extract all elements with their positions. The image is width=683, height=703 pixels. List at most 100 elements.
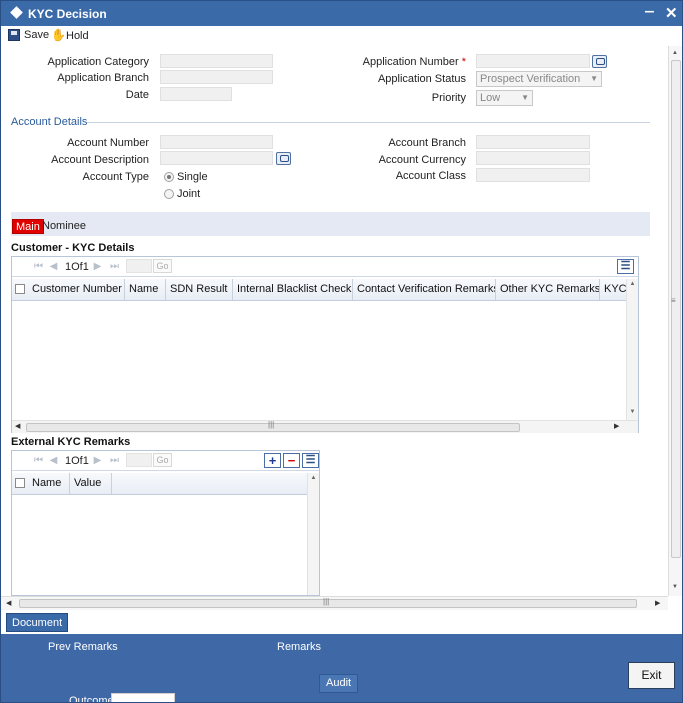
kyc-decision-window: KYC Decision ‒ ✕ Save ✋ Hold Application… xyxy=(0,0,683,703)
scroll-up-icon[interactable]: ▲ xyxy=(672,50,678,56)
col-kyc[interactable]: KYC xyxy=(600,279,627,301)
first-page-icon[interactable]: ⏮ xyxy=(33,455,44,466)
page-indicator: 1Of1 xyxy=(65,455,89,467)
save-disk-icon xyxy=(8,29,20,41)
main-vscroll-thumb[interactable] xyxy=(671,60,681,558)
date-label: Date xyxy=(125,89,149,101)
single-view-icon[interactable]: ☰ xyxy=(302,453,319,468)
required-asterisk: * xyxy=(461,56,466,68)
scroll-left-icon[interactable]: ◀ xyxy=(15,422,20,430)
main-vscroll[interactable]: ▲ ≡ ▼ xyxy=(668,46,682,596)
account-type-single-label: Single xyxy=(177,171,208,183)
toolbar: Save ✋ Hold xyxy=(1,26,682,46)
account-number-field[interactable] xyxy=(160,135,273,149)
single-view-icon[interactable]: ☰ xyxy=(617,259,634,274)
customer-kyc-header: Customer Number Name SDN Result Internal… xyxy=(12,279,627,301)
last-page-icon[interactable]: ⏭ xyxy=(109,455,120,466)
col-internal-blacklist-check[interactable]: Internal Blacklist Check xyxy=(233,279,353,301)
application-category-field[interactable] xyxy=(160,54,273,68)
tab-strip: Main Nominee xyxy=(11,212,650,236)
page-number-input[interactable] xyxy=(126,453,152,467)
save-button[interactable]: Save xyxy=(8,29,49,41)
external-kyc-title: External KYC Remarks xyxy=(11,436,131,448)
application-branch-label: Application Branch xyxy=(57,72,149,84)
account-type-single-radio[interactable] xyxy=(164,172,174,182)
select-all-checkbox[interactable] xyxy=(15,284,25,294)
outcome-label: Outcome xyxy=(69,695,114,703)
customer-kyc-vscroll[interactable]: ▲ ▼ xyxy=(626,279,638,420)
page-total: 1 xyxy=(82,455,89,467)
application-status-select[interactable]: Prospect Verification ▼ xyxy=(476,71,602,87)
go-button[interactable]: Go xyxy=(153,259,172,273)
customer-kyc-title: Customer - KYC Details xyxy=(11,242,135,254)
minimize-button[interactable]: ‒ xyxy=(645,3,654,21)
account-details-section-title: Account Details xyxy=(11,116,88,128)
application-category-label: Application Category xyxy=(47,56,149,68)
account-type-label: Account Type xyxy=(82,171,149,183)
col-name[interactable]: Name xyxy=(28,473,70,495)
scroll-down-icon[interactable]: ▼ xyxy=(672,584,678,590)
hold-button[interactable]: ✋ Hold xyxy=(51,29,89,42)
external-kyc-header: Name Value xyxy=(12,473,307,495)
scroll-left-icon[interactable]: ◀ xyxy=(6,599,11,607)
hold-label: Hold xyxy=(66,29,89,42)
external-kyc-pager: ⏮ ◀ 1Of1 ▶ ⏭ Go + − ☰ xyxy=(12,451,319,471)
page-number-input[interactable] xyxy=(126,259,152,273)
col-value[interactable]: Value xyxy=(70,473,112,495)
application-number-label: Application Number * xyxy=(363,56,466,68)
prev-page-icon[interactable]: ◀ xyxy=(48,261,59,272)
account-currency-field[interactable] xyxy=(476,151,590,165)
account-type-joint-label: Joint xyxy=(177,188,201,200)
account-description-lov-icon[interactable] xyxy=(276,152,291,165)
save-label: Save xyxy=(24,29,50,41)
document-button[interactable]: Document xyxy=(6,613,69,632)
add-row-icon[interactable]: + xyxy=(264,453,281,468)
col-sdn-result[interactable]: SDN Result xyxy=(166,279,233,301)
account-branch-field[interactable] xyxy=(476,135,590,149)
tab-nominee[interactable]: Nominee xyxy=(39,219,89,234)
col-name[interactable]: Name xyxy=(125,279,166,301)
first-page-icon[interactable]: ⏮ xyxy=(33,261,44,272)
next-page-icon[interactable]: ▶ xyxy=(92,455,103,466)
outcome-field[interactable] xyxy=(111,693,175,702)
application-number-field[interactable] xyxy=(476,54,590,68)
priority-value: Low xyxy=(480,92,501,104)
col-customer-number[interactable]: Customer Number xyxy=(28,279,125,301)
scroll-up-icon[interactable]: ▲ xyxy=(627,279,638,289)
last-page-icon[interactable]: ⏭ xyxy=(109,261,120,272)
main-hscroll[interactable]: ◀ ||| ▶ xyxy=(1,596,668,610)
delete-row-icon[interactable]: − xyxy=(283,453,300,468)
col-other-kyc-remarks[interactable]: Other KYC Remarks xyxy=(496,279,600,301)
customer-kyc-grid: ⏮ ◀ 1Of1 ▶ ⏭ Go ☰ Customer Number Name S… xyxy=(11,256,639,433)
priority-label: Priority xyxy=(431,92,466,104)
account-type-joint-radio[interactable] xyxy=(164,189,174,199)
external-kyc-grid: ⏮ ◀ 1Of1 ▶ ⏭ Go + − ☰ Name Value ▲ xyxy=(11,450,320,596)
account-class-label: Account Class xyxy=(395,170,466,182)
col-contact-verification-remarks[interactable]: Contact Verification Remarks xyxy=(353,279,496,301)
select-all-checkbox[interactable] xyxy=(15,478,25,488)
account-branch-label: Account Branch xyxy=(388,137,466,149)
exit-button[interactable]: Exit xyxy=(628,662,675,689)
priority-select[interactable]: Low ▼ xyxy=(476,90,533,106)
page-total: 1 xyxy=(82,261,89,273)
next-page-icon[interactable]: ▶ xyxy=(92,261,103,272)
scroll-down-icon[interactable]: ▼ xyxy=(627,407,638,417)
date-field[interactable] xyxy=(160,87,232,101)
scroll-right-icon[interactable]: ▶ xyxy=(655,599,660,607)
account-description-field[interactable] xyxy=(160,151,273,165)
application-number-lov-icon[interactable] xyxy=(592,55,607,68)
account-class-field[interactable] xyxy=(476,168,590,182)
scroll-grip-icon: ||| xyxy=(323,597,330,606)
application-number-label-text: Application Number xyxy=(362,56,459,68)
close-button[interactable]: ✕ xyxy=(665,4,678,22)
go-button[interactable]: Go xyxy=(153,453,172,467)
prev-page-icon[interactable]: ◀ xyxy=(48,455,59,466)
scroll-up-icon[interactable]: ▲ xyxy=(308,473,319,483)
application-branch-field[interactable] xyxy=(160,70,273,84)
external-kyc-vscroll[interactable]: ▲ xyxy=(307,473,319,595)
audit-button[interactable]: Audit xyxy=(319,674,359,693)
scroll-right-icon[interactable]: ▶ xyxy=(614,422,619,430)
prev-remarks-label: Prev Remarks xyxy=(48,641,118,653)
customer-kyc-hscroll[interactable]: ◀ ||| ▶ xyxy=(12,420,638,433)
window-title: KYC Decision xyxy=(28,7,107,21)
